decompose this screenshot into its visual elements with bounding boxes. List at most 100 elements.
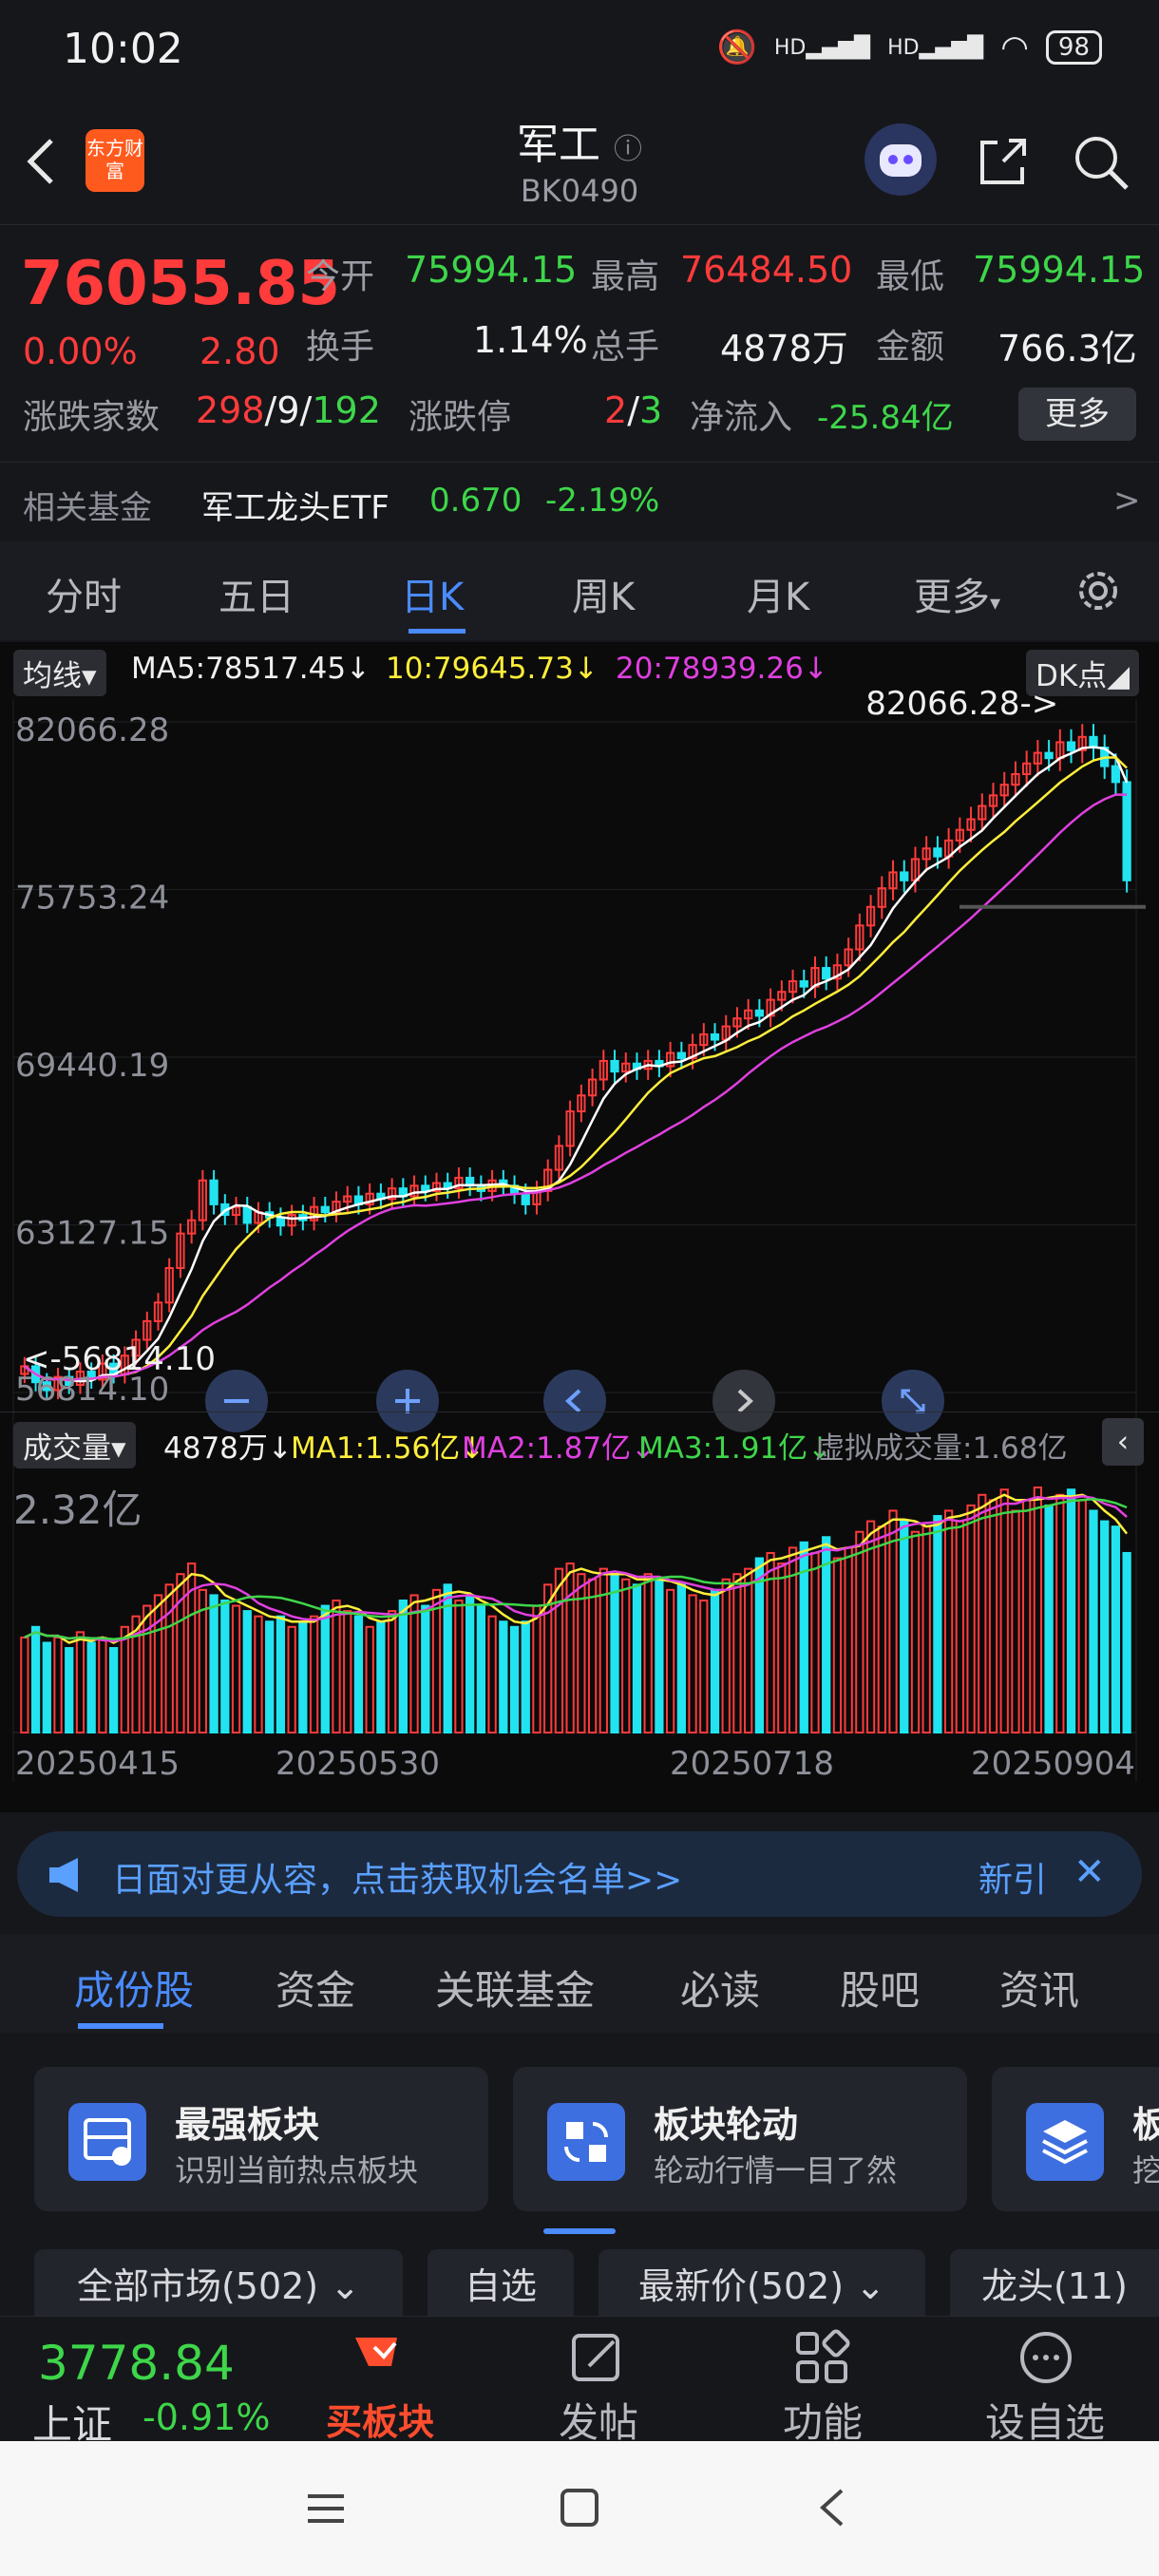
- volume-bar: [142, 1604, 152, 1733]
- banner-new-tag: 新引: [978, 1861, 1048, 1900]
- rotation-icon: [547, 2103, 625, 2181]
- search-icon[interactable]: [1072, 133, 1130, 192]
- x-tick-label: 20250718: [670, 1745, 834, 1783]
- nav-buy-board[interactable]: 买板块: [285, 2317, 475, 2443]
- volume-bar: [1077, 1499, 1087, 1734]
- card-subtitle: 轮动行情一目了然: [654, 2152, 898, 2188]
- index-value: 3778.84: [38, 2336, 235, 2391]
- ma5-line: [24, 746, 1129, 1383]
- chart-board-icon: [68, 2103, 146, 2181]
- tab-constituents[interactable]: 成份股: [74, 1959, 194, 2017]
- volume-bar: [699, 1599, 709, 1734]
- filter-watchlist[interactable]: 自选: [428, 2249, 574, 2323]
- card-board-rotation[interactable]: 板块轮动 轮动行情一目了然: [513, 2067, 967, 2211]
- volume-bar: [86, 1641, 96, 1733]
- volume-bar: [955, 1520, 964, 1733]
- volume-bar: [610, 1573, 619, 1733]
- card-title: 板块轮动: [654, 2104, 799, 2146]
- volume-bar: [777, 1563, 787, 1733]
- tab-intraday[interactable]: 分时: [46, 566, 122, 621]
- volume-bar: [365, 1625, 374, 1733]
- volume-bar: [665, 1588, 675, 1733]
- tab-monthly-k[interactable]: 月K: [747, 566, 809, 621]
- tab-daily-k[interactable]: 日K: [401, 566, 464, 621]
- y-tick-label: 75753.24: [15, 879, 169, 917]
- back-icon[interactable]: [813, 2485, 851, 2530]
- filter-market[interactable]: 全部市场(502) ⌄: [34, 2249, 403, 2323]
- tab-more[interactable]: 更多▾: [914, 566, 1000, 621]
- tab-forum[interactable]: 股吧: [840, 1959, 920, 2017]
- card-title: 最强板块: [175, 2104, 320, 2146]
- volume-bar: [822, 1536, 831, 1733]
- amount-label: 金额: [876, 328, 945, 367]
- limit-values: 2/3: [604, 389, 663, 431]
- recent-apps-icon[interactable]: [304, 2487, 348, 2530]
- index-change: -0.91%: [142, 2396, 271, 2438]
- volume-bar: [30, 1625, 41, 1733]
- volume-bar: [387, 1610, 397, 1733]
- vol-ma1-line: [24, 1493, 1129, 1644]
- promo-banner[interactable]: 日面对更从容，点击获取机会名单>> 新引 ✕: [17, 1831, 1142, 1917]
- grid-icon: [796, 2329, 850, 2383]
- y-tick-label: 63127.15: [15, 1214, 169, 1252]
- share-icon[interactable]: [975, 133, 1032, 190]
- high-value: 76484.50: [680, 249, 853, 291]
- tab-related-funds[interactable]: 关联基金: [435, 1959, 595, 2017]
- buy-board-icon: [355, 2338, 397, 2366]
- min-price-annotation: <-56814.10: [23, 1340, 216, 1378]
- volume-max-label: 2.32亿: [13, 1487, 142, 1533]
- tab-five-day[interactable]: 五日: [218, 566, 294, 621]
- volume-bar: [75, 1631, 86, 1733]
- volume-bar: [242, 1610, 252, 1733]
- volume-bar: [810, 1551, 820, 1734]
- filter-latest-price[interactable]: 最新价(502) ⌄: [598, 2249, 925, 2323]
- nav-set-watch[interactable]: 设自选: [950, 2317, 1140, 2446]
- volume-bar: [153, 1594, 163, 1733]
- volume-bar: [254, 1615, 263, 1733]
- volume-bar: [298, 1620, 308, 1734]
- candle-body: [676, 1051, 686, 1060]
- tab-must-read[interactable]: 必读: [680, 1959, 760, 2017]
- volume-selector[interactable]: 成交量▾: [13, 1422, 136, 1468]
- candle-body: [1044, 751, 1054, 760]
- collapse-left-icon[interactable]: ‹: [1102, 1418, 1144, 1466]
- volume-bar: [1111, 1525, 1121, 1733]
- volume-bar: [754, 1557, 765, 1733]
- x-tick-label: 20250415: [15, 1745, 180, 1783]
- nav-post[interactable]: 发帖: [504, 2317, 694, 2446]
- tab-weekly-k[interactable]: 周K: [572, 566, 635, 621]
- nav-index-quote[interactable]: 3778.84 上证 -0.91%: [19, 2317, 304, 2448]
- nav-functions[interactable]: 功能: [728, 2317, 918, 2446]
- volume-bar: [466, 1594, 475, 1733]
- volume-bar: [565, 1563, 575, 1733]
- candle-body: [1111, 765, 1121, 784]
- card-strongest-board[interactable]: 最强板块 识别当前热点板块: [34, 2067, 488, 2211]
- volume-bar: [744, 1567, 753, 1734]
- card-partial[interactable]: 板 挖: [992, 2067, 1159, 2211]
- fund-change: -2.19%: [545, 482, 660, 520]
- tab-news[interactable]: 资讯: [999, 1959, 1079, 2017]
- mute-icon: 🔕: [716, 28, 757, 66]
- volume-bar: [943, 1509, 954, 1733]
- breadth-label: 涨跌家数: [23, 398, 161, 437]
- system-nav-bar: [0, 2441, 1159, 2576]
- edit-icon: [572, 2334, 619, 2381]
- volume-bar: [276, 1615, 286, 1733]
- home-icon[interactable]: [557, 2485, 602, 2530]
- candle-body: [799, 980, 808, 988]
- volume-bar: [332, 1599, 341, 1734]
- volume-bar: [53, 1636, 63, 1734]
- more-button[interactable]: 更多: [1018, 388, 1136, 441]
- related-fund-row[interactable]: 相关基金 军工龙头ETF 0.670 -2.19% >: [0, 462, 1159, 543]
- gear-icon[interactable]: [1072, 564, 1125, 617]
- volume-bar: [999, 1488, 1009, 1733]
- close-icon[interactable]: ✕: [1074, 1850, 1106, 1894]
- kline-chart-panel[interactable]: 均线▾ MA5:78517.45↓ 10:79645.73↓ 20:78939.…: [0, 642, 1159, 1812]
- candle-body: [710, 1032, 720, 1041]
- filter-leaders[interactable]: 龙头(11): [950, 2249, 1159, 2323]
- robot-assistant-icon[interactable]: [864, 123, 937, 196]
- nav-label: 功能: [782, 2399, 863, 2446]
- volume-bar: [353, 1615, 364, 1733]
- tab-funds[interactable]: 资金: [276, 1959, 355, 2017]
- volume-bar: [1044, 1504, 1054, 1733]
